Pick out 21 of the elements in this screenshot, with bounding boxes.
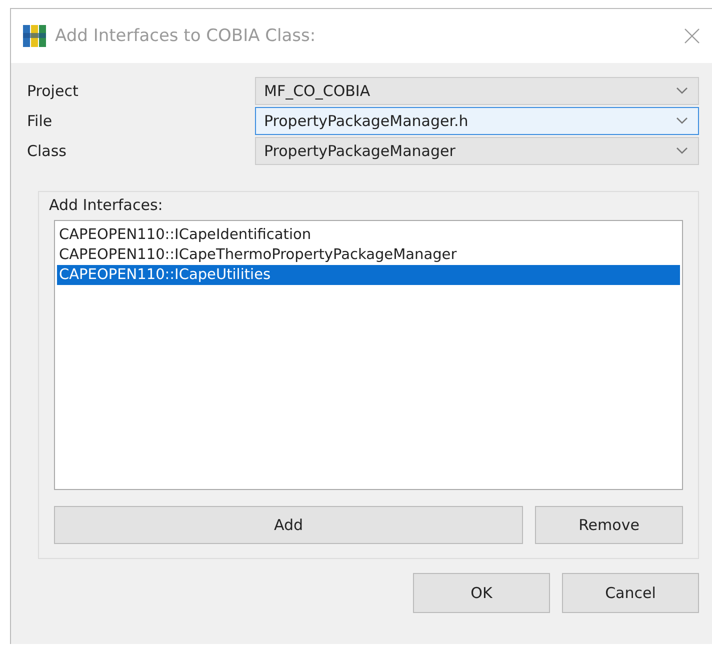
- chevron-down-icon: [676, 117, 688, 125]
- dropdown-field[interactable]: PropertyPackageManager.h: [255, 107, 699, 135]
- app-icon: [23, 24, 47, 48]
- list-item[interactable]: CAPEOPEN110::ICapeThermoPropertyPackageManager: [57, 245, 680, 265]
- close-icon[interactable]: [684, 28, 700, 44]
- window-title: Add Interfaces to COBIA Class:: [55, 26, 317, 46]
- dialog-button[interactable]: Cancel: [562, 573, 699, 613]
- chevron-down-icon: [676, 147, 688, 155]
- field-label: Class: [27, 142, 68, 160]
- list-item[interactable]: CAPEOPEN110::ICapeUtilities: [57, 265, 680, 285]
- dialog-button[interactable]: OK: [413, 573, 550, 613]
- chevron-down-icon: [676, 87, 688, 95]
- dropdown-field[interactable]: MF_CO_COBIA: [255, 77, 699, 105]
- interface-list[interactable]: CAPEOPEN110::ICapeIdentification CAPEOPEN110::ICapeThermoPropertyPackageManager CAPEOPEN110::ICapeUtilities: [54, 220, 683, 490]
- field-label: File: [27, 112, 54, 130]
- dropdown-field[interactable]: PropertyPackageManager: [255, 137, 699, 165]
- field-label: Project: [27, 82, 80, 100]
- list-item[interactable]: CAPEOPEN110::ICapeIdentification: [57, 225, 680, 245]
- dialog-button[interactable]: Add: [54, 506, 523, 544]
- dialog-button[interactable]: Remove: [535, 506, 683, 544]
- group-title: Add Interfaces:: [49, 196, 163, 214]
